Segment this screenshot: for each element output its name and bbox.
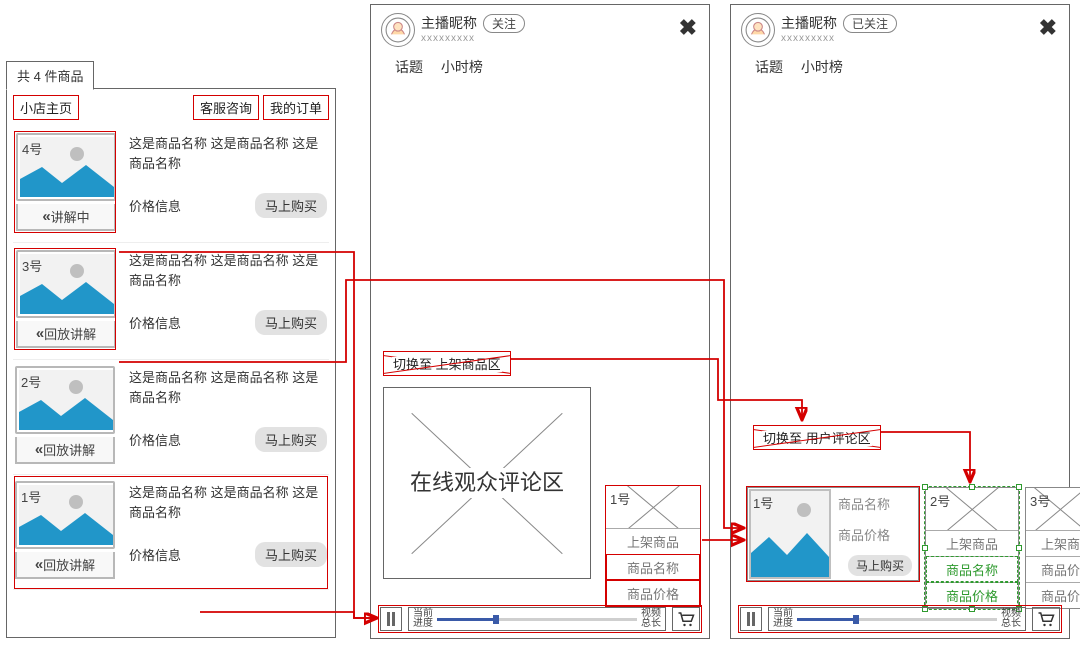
cart-button[interactable]: [672, 607, 700, 631]
product-title: 这是商品名称 这是商品名称 这是商品名称: [129, 368, 327, 407]
panel-a-topbar: 小店主页 客服咨询 我的订单: [7, 89, 335, 122]
tab-hour-rank[interactable]: 小时榜: [441, 59, 483, 75]
replay-badge: « 回放讲解: [15, 437, 115, 464]
product-thumb: 3号: [20, 254, 114, 314]
buy-now-button[interactable]: 马上购买: [848, 555, 912, 576]
product-item[interactable]: 1号 « 回放讲解 这是商品名称 这是商品名称 这是商品名称 价格信息 马: [13, 475, 329, 590]
pause-button[interactable]: [380, 607, 402, 631]
replay-badge: « 回放讲解: [16, 321, 116, 348]
product-thumb: 2号: [19, 370, 113, 430]
product-number-tag: 2号: [21, 372, 41, 391]
card-product-name: 商品价: [1026, 556, 1080, 582]
shelf-product-card[interactable]: 1号 上架商品 商品名称 商品价格: [605, 485, 701, 607]
progress-bar[interactable]: 当前进度 视频总长: [408, 607, 666, 631]
card-label: 上架商品: [606, 528, 700, 554]
product-number-tag: 1号: [21, 487, 41, 506]
streamer-name: 主播昵称: [421, 13, 477, 33]
product-price: 价格信息: [129, 313, 181, 332]
shelf-product-card-overflow[interactable]: 3号 上架商 商品价 商品价: [1025, 487, 1080, 609]
product-item[interactable]: 3号 « 回放讲解 这是商品名称 这是商品名称 这是商品名称 价格信息 马: [13, 243, 329, 360]
product-number-tag: 3号: [22, 256, 42, 275]
player-bar: 当前进度 视频总长: [379, 606, 701, 632]
chevron-left-icon: «: [35, 556, 39, 573]
audience-comment-area: 在线观众评论区: [383, 387, 591, 579]
live-tabs: 话题 小时榜: [371, 51, 709, 77]
follow-button[interactable]: 关注: [483, 14, 525, 33]
card-product-price: 商品价格: [606, 580, 700, 606]
card-product-price: 商品价格: [838, 525, 912, 544]
product-count-tab: 共 4 件商品: [6, 61, 94, 90]
live-room-panel-unfollowed: 主播昵称 关注 xxxxxxxxx ✖ 话题 小时榜 切换至 上架商品区 在线观…: [370, 4, 710, 639]
live-tabs: 话题 小时榜: [731, 51, 1069, 77]
progress-bar[interactable]: 当前进度 视频总长: [768, 607, 1026, 631]
product-title: 这是商品名称 这是商品名称 这是商品名称: [129, 251, 327, 290]
buy-now-button[interactable]: 马上购买: [255, 542, 327, 567]
streamer-avatar[interactable]: [741, 13, 775, 47]
product-item[interactable]: 4号 « 讲解中 这是商品名称 这是商品名称 这是商品名称 价格信息 马上: [13, 126, 329, 243]
card-product-name: 商品名称: [838, 494, 912, 513]
product-thumb: 1号: [749, 489, 831, 579]
product-price: 价格信息: [129, 545, 181, 564]
explain-status-badge: « 讲解中: [16, 204, 116, 231]
cart-button[interactable]: [1032, 607, 1060, 631]
product-title: 这是商品名称 这是商品名称 这是商品名称: [129, 134, 327, 173]
switch-to-shelf-link[interactable]: 切换至 上架商品区: [383, 351, 511, 376]
tab-topic[interactable]: 话题: [755, 59, 783, 75]
streamer-sub: xxxxxxxxx: [781, 33, 897, 44]
my-orders-button[interactable]: 我的订单: [263, 95, 329, 120]
streamer-sub: xxxxxxxxx: [421, 33, 525, 44]
close-icon[interactable]: ✖: [679, 15, 697, 41]
streamer-avatar[interactable]: [381, 13, 415, 47]
replay-badge: « 回放讲解: [15, 552, 115, 579]
followed-button[interactable]: 已关注: [843, 14, 897, 33]
close-icon[interactable]: ✖: [1039, 15, 1057, 41]
product-price: 价格信息: [129, 430, 181, 449]
card-product-price: 商品价格: [926, 582, 1018, 608]
switch-to-comments-link[interactable]: 切换至 用户评论区: [753, 425, 881, 450]
product-price: 价格信息: [129, 196, 181, 215]
tab-hour-rank[interactable]: 小时榜: [801, 59, 843, 75]
card-label: 上架商: [1026, 530, 1080, 556]
product-item[interactable]: 2号 « 回放讲解 这是商品名称 这是商品名称 这是商品名称 价格信息 马: [13, 360, 329, 475]
buy-now-button[interactable]: 马上购买: [255, 310, 327, 335]
product-title: 这是商品名称 这是商品名称 这是商品名称: [129, 483, 327, 522]
card-product-name: 商品名称: [926, 556, 1018, 582]
product-thumb: 4号: [20, 137, 114, 197]
live-room-panel-followed: 主播昵称 已关注 xxxxxxxxx ✖ 话题 小时榜 切换至 用户评论区 1号…: [730, 4, 1070, 639]
product-list: 4号 « 讲解中 这是商品名称 这是商品名称 这是商品名称 价格信息 马上: [7, 122, 335, 590]
tab-topic[interactable]: 话题: [395, 59, 423, 75]
product-thumb: 1号: [19, 485, 113, 545]
card-product-price: 商品价: [1026, 582, 1080, 608]
chevron-left-icon: «: [42, 208, 46, 225]
product-number-tag: 4号: [22, 139, 42, 158]
shop-home-button[interactable]: 小店主页: [13, 95, 79, 120]
buy-now-button[interactable]: 马上购买: [255, 427, 327, 452]
buy-now-button[interactable]: 马上购买: [255, 193, 327, 218]
customer-service-button[interactable]: 客服咨询: [193, 95, 259, 120]
shelf-product-card-selected[interactable]: 2号 上架商品 商品名称 商品价格: [925, 487, 1019, 609]
chevron-left-icon: «: [36, 325, 40, 342]
streamer-name: 主播昵称: [781, 13, 837, 33]
card-label: 上架商品: [926, 530, 1018, 556]
featured-product-card[interactable]: 1号 商品名称 商品价格 马上购买: [747, 487, 919, 581]
card-product-name: 商品名称: [606, 554, 700, 580]
player-bar: 当前进度 视频总长: [739, 606, 1061, 632]
chevron-left-icon: «: [35, 441, 39, 458]
product-list-panel: 共 4 件商品 小店主页 客服咨询 我的订单 4号: [6, 88, 336, 638]
pause-button[interactable]: [740, 607, 762, 631]
